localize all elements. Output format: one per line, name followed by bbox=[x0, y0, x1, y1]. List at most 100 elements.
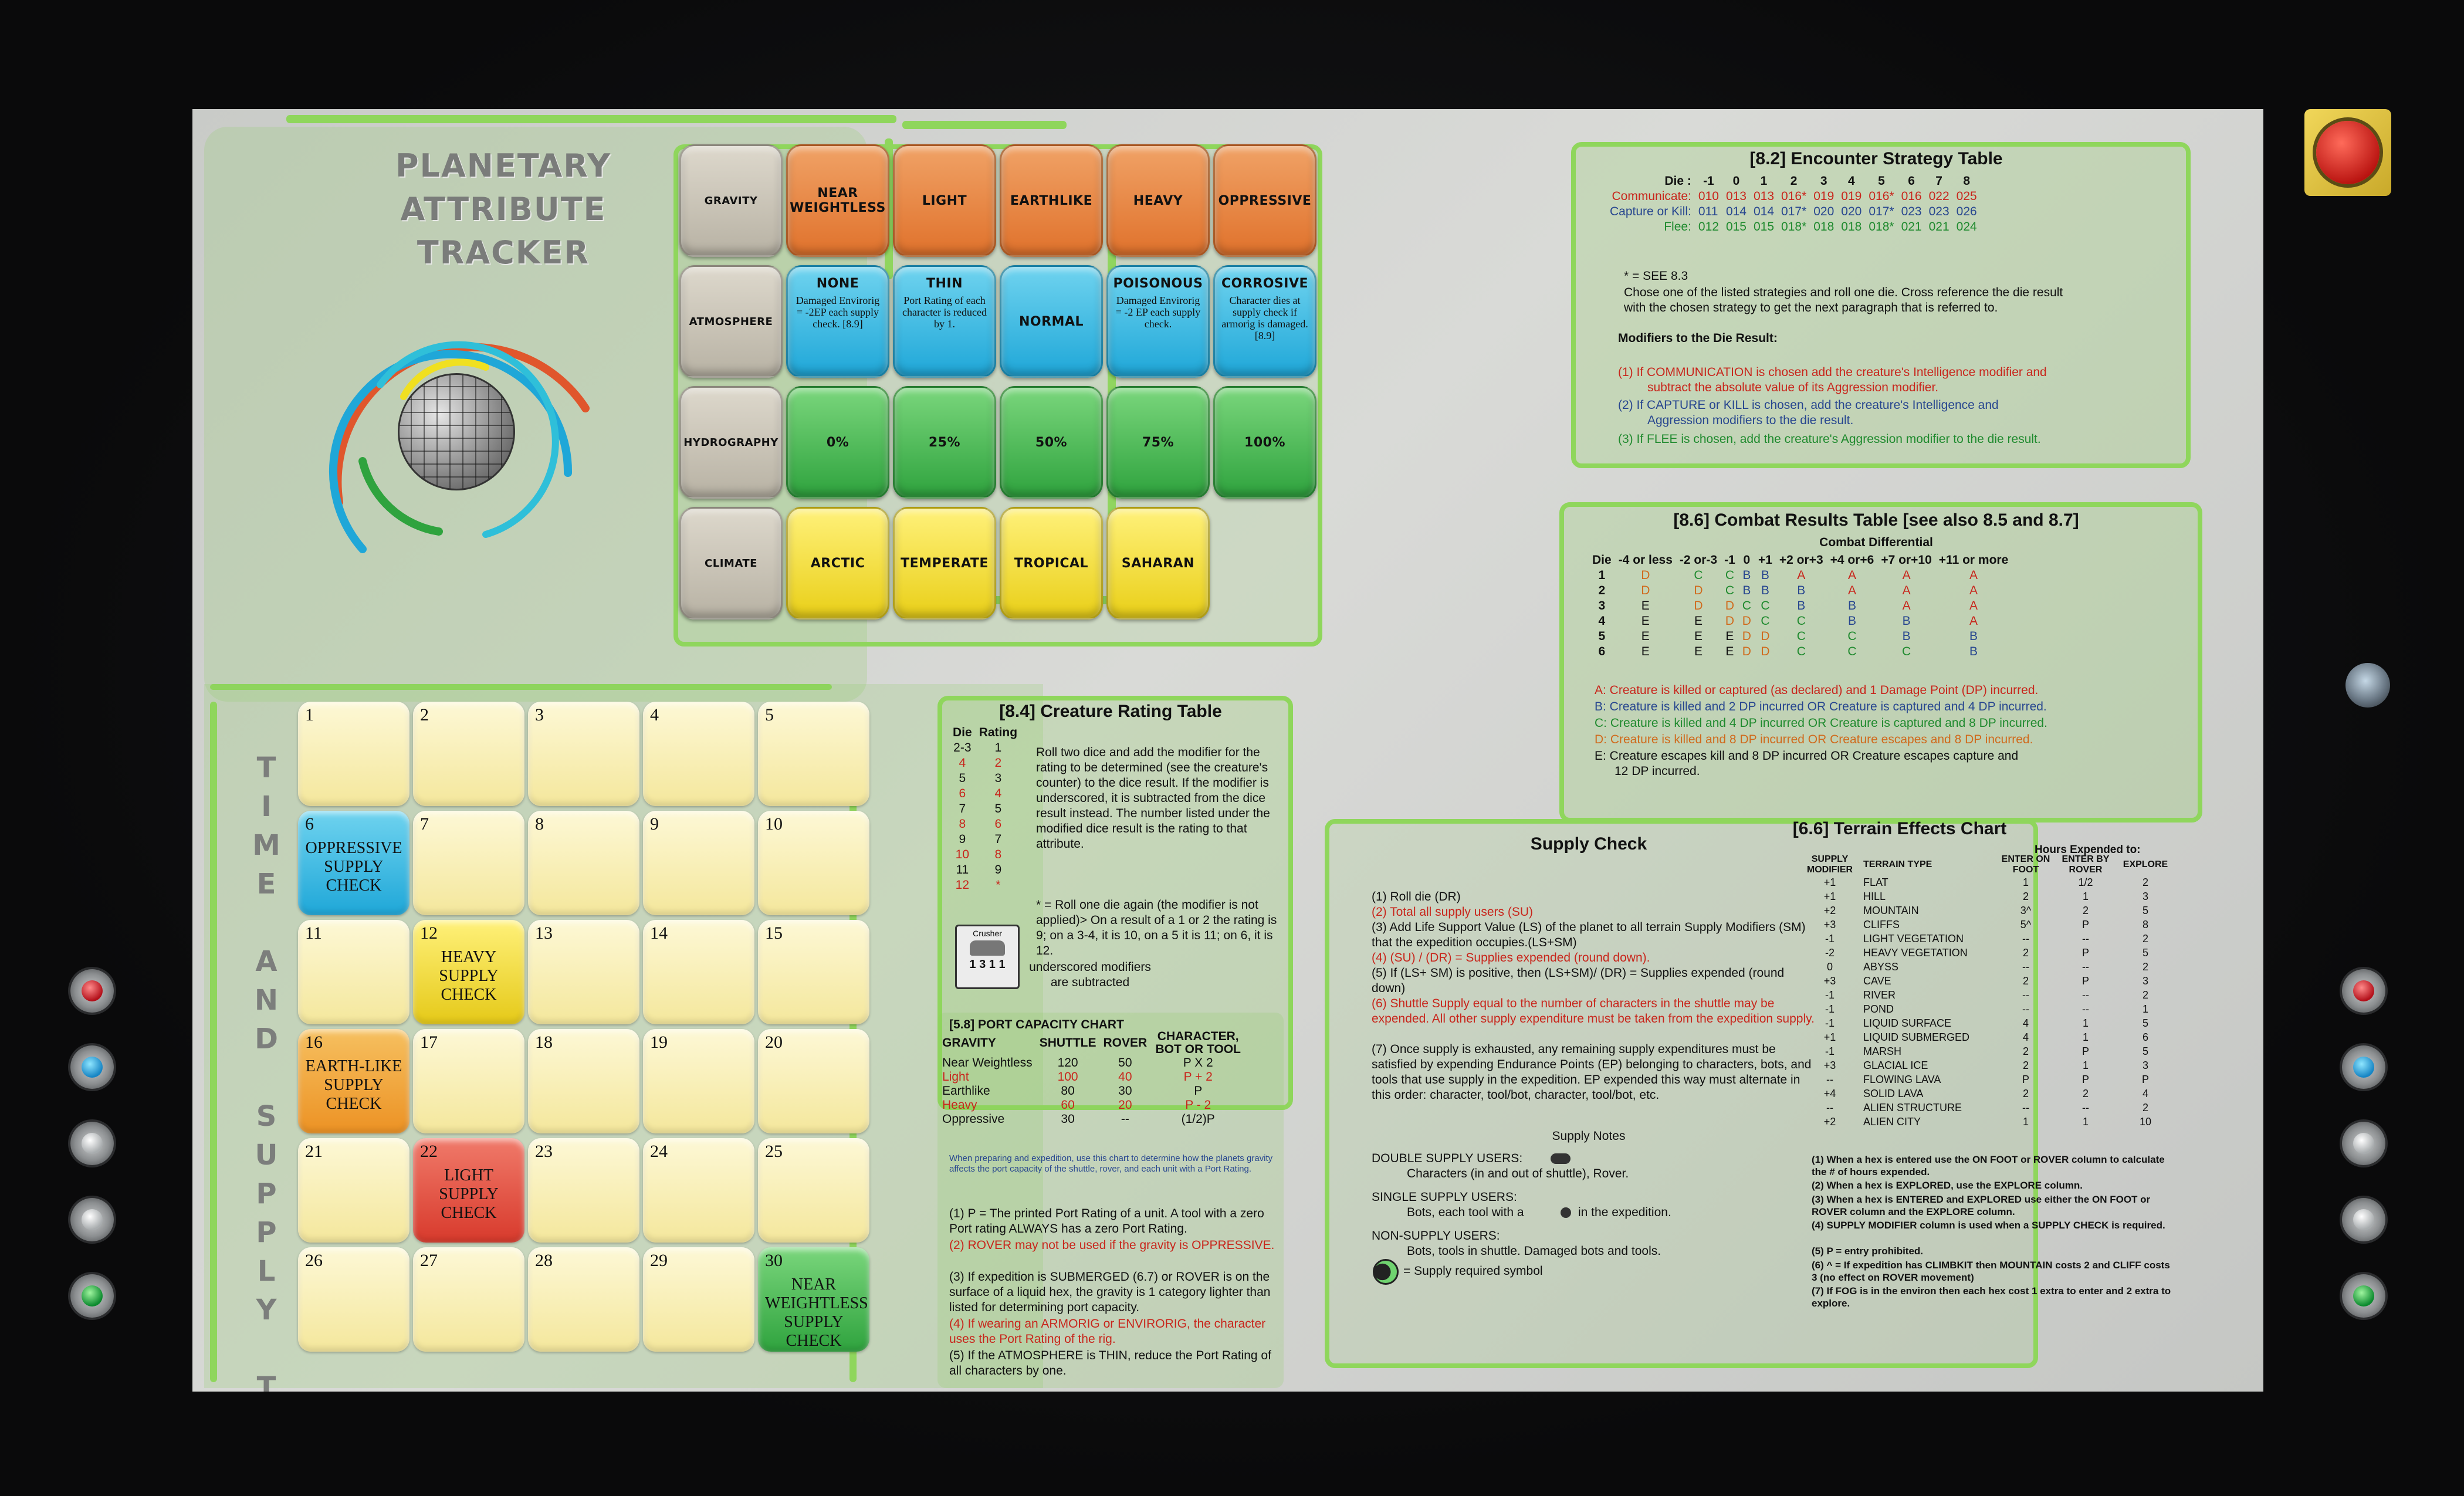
creature-die-header: Die bbox=[953, 726, 972, 739]
combat-result: B bbox=[1742, 568, 1751, 582]
terrain-cell: +3 bbox=[1823, 919, 1836, 930]
attribute-option-light[interactable]: LIGHT bbox=[893, 144, 996, 257]
day-22[interactable]: 22 LIGHT SUPPLY CHECK bbox=[413, 1138, 524, 1243]
combat-result: D bbox=[1742, 614, 1751, 628]
creature-die: 6 bbox=[959, 787, 966, 800]
attribute-option-oppressive[interactable]: OPPRESSIVE bbox=[1213, 144, 1316, 257]
combat-result: A bbox=[1848, 584, 1857, 597]
day-11[interactable]: 11 bbox=[298, 920, 409, 1024]
attribute-option-75-[interactable]: 75% bbox=[1106, 386, 1210, 499]
day-25[interactable]: 25 bbox=[758, 1138, 869, 1243]
red-led-button[interactable] bbox=[70, 969, 114, 1013]
attribute-option-corrosive[interactable]: CORROSIVE Character dies at supply check … bbox=[1213, 265, 1316, 378]
attribute-option-50-[interactable]: 50% bbox=[1000, 386, 1103, 499]
attribute-option-25-[interactable]: 25% bbox=[893, 386, 996, 499]
attribute-option-normal[interactable]: NORMAL bbox=[1000, 265, 1103, 378]
attribute-option-0-[interactable]: 0% bbox=[786, 386, 889, 499]
attribute-option-thin[interactable]: THIN Port Rating of each character is red… bbox=[893, 265, 996, 378]
creature-die: 4 bbox=[959, 756, 966, 770]
supply-check-label: LIGHT SUPPLY CHECK bbox=[439, 1166, 499, 1222]
day-14[interactable]: 14 bbox=[643, 920, 754, 1024]
white-led-button[interactable] bbox=[70, 1122, 114, 1165]
day-9[interactable]: 9 bbox=[643, 811, 754, 915]
day-26[interactable]: 26 bbox=[298, 1247, 409, 1352]
day-19[interactable]: 19 bbox=[643, 1029, 754, 1133]
attribute-option-temperate[interactable]: TEMPERATE bbox=[893, 507, 996, 620]
track-title-letter: L bbox=[257, 1255, 276, 1288]
day-27[interactable]: 27 bbox=[413, 1247, 524, 1352]
terrain-cell: ALIEN STRUCTURE bbox=[1863, 1102, 1962, 1113]
terrain-cell: 0 bbox=[1826, 961, 1833, 973]
day-8[interactable]: 8 bbox=[528, 811, 639, 915]
attribute-option-100-[interactable]: 100% bbox=[1213, 386, 1316, 499]
terrain-cell: -- bbox=[2022, 989, 2029, 1001]
combat-header: +2 or+3 bbox=[1779, 553, 1823, 567]
terrain-cell: 1/2 bbox=[2078, 876, 2093, 888]
option-label: 75% bbox=[1142, 435, 1175, 450]
terrain-cell: 1 bbox=[2022, 1116, 2029, 1128]
terrain-cell: P bbox=[2081, 1074, 2089, 1085]
white-led-button[interactable] bbox=[2342, 1198, 2385, 1241]
paragraph-ref: 023 bbox=[1928, 205, 1949, 218]
creature-desc2: * = Roll one die again (the modifier is … bbox=[1036, 898, 1277, 957]
terrain-cell: 2 bbox=[2142, 989, 2148, 1001]
terrain-cell: -1 bbox=[1825, 933, 1835, 945]
day-23[interactable]: 23 bbox=[528, 1138, 639, 1243]
day-2[interactable]: 2 bbox=[413, 702, 524, 806]
green-led-button[interactable] bbox=[2342, 1274, 2385, 1318]
port-cell: P bbox=[1194, 1084, 1203, 1098]
red-alarm-button[interactable] bbox=[2304, 109, 2391, 196]
day-15[interactable]: 15 bbox=[758, 920, 869, 1024]
combat-legend-a: A: Creature is killed or captured (as de… bbox=[1595, 683, 2039, 697]
combat-result: B bbox=[1761, 568, 1769, 582]
terrain-cell: P bbox=[2081, 975, 2089, 987]
day-17[interactable]: 17 bbox=[413, 1029, 524, 1133]
day-24[interactable]: 24 bbox=[643, 1138, 754, 1243]
day-6[interactable]: 6 OPPRESSIVE SUPPLY CHECK bbox=[298, 811, 409, 915]
blue-led-button[interactable] bbox=[2342, 1045, 2385, 1089]
day-20[interactable]: 20 bbox=[758, 1029, 869, 1133]
terrain-cell: ABYSS bbox=[1863, 961, 1899, 973]
alarm-button-cap[interactable] bbox=[2316, 121, 2380, 184]
terrain-cell: 1 bbox=[2082, 1116, 2089, 1128]
day-30[interactable]: 30 NEAR WEIGHTLESS SUPPLY CHECK bbox=[758, 1247, 869, 1352]
green-led-button[interactable] bbox=[70, 1274, 114, 1318]
day-7[interactable]: 7 bbox=[413, 811, 524, 915]
white-led-button[interactable] bbox=[2342, 1122, 2385, 1165]
track-title-letter: T bbox=[256, 1371, 276, 1392]
attribute-option-arctic[interactable]: ARCTIC bbox=[786, 507, 889, 620]
day-10[interactable]: 10 bbox=[758, 811, 869, 915]
port-cell: 30 bbox=[1061, 1112, 1075, 1126]
day-12[interactable]: 12 HEAVY SUPPLY CHECK bbox=[413, 920, 524, 1024]
day-number: 2 bbox=[420, 705, 429, 725]
day-3[interactable]: 3 bbox=[528, 702, 639, 806]
day-4[interactable]: 4 bbox=[643, 702, 754, 806]
attribute-option-near-weightless[interactable]: NEAR WEIGHTLESS bbox=[786, 144, 889, 257]
day-16[interactable]: 16 EARTH-LIKE SUPPLY CHECK bbox=[298, 1029, 409, 1133]
attribute-option-earthlike[interactable]: EARTHLIKE bbox=[1000, 144, 1103, 257]
strategy-name: Communicate: bbox=[1612, 189, 1691, 203]
day-21[interactable]: 21 bbox=[298, 1138, 409, 1243]
port-note-2: (2) ROVER may not be used if the gravity… bbox=[949, 1238, 1275, 1252]
attribute-option-poisonous[interactable]: POISONOUS Damaged Envirorig = -2 EP each … bbox=[1106, 265, 1210, 378]
attribute-option-none[interactable]: NONE Damaged Envirorig = -2EP each supply… bbox=[786, 265, 889, 378]
day-number: 24 bbox=[650, 1142, 668, 1161]
creature-die: 5 bbox=[959, 771, 966, 785]
attribute-option-heavy[interactable]: HEAVY bbox=[1106, 144, 1210, 257]
day-1[interactable]: 1 bbox=[298, 702, 409, 806]
attribute-option-tropical[interactable]: TROPICAL bbox=[1000, 507, 1103, 620]
day-13[interactable]: 13 bbox=[528, 920, 639, 1024]
supply-required-icon bbox=[1551, 1153, 1571, 1164]
day-28[interactable]: 28 bbox=[528, 1247, 639, 1352]
terrain-cell: 2 bbox=[2142, 933, 2148, 945]
day-18[interactable]: 18 bbox=[528, 1029, 639, 1133]
creature-rating: * bbox=[996, 878, 1001, 892]
white-led-button[interactable] bbox=[70, 1198, 114, 1241]
day-5[interactable]: 5 bbox=[758, 702, 869, 806]
creature-counter: Crusher 1 3 1 1 bbox=[955, 925, 1020, 989]
day-29[interactable]: 29 bbox=[643, 1247, 754, 1352]
blue-led-button[interactable] bbox=[70, 1045, 114, 1089]
attribute-option-saharan[interactable]: SAHARAN bbox=[1106, 507, 1210, 620]
combat-subtitle: Combat Differential bbox=[1819, 536, 1933, 549]
red-led-button[interactable] bbox=[2342, 969, 2385, 1013]
